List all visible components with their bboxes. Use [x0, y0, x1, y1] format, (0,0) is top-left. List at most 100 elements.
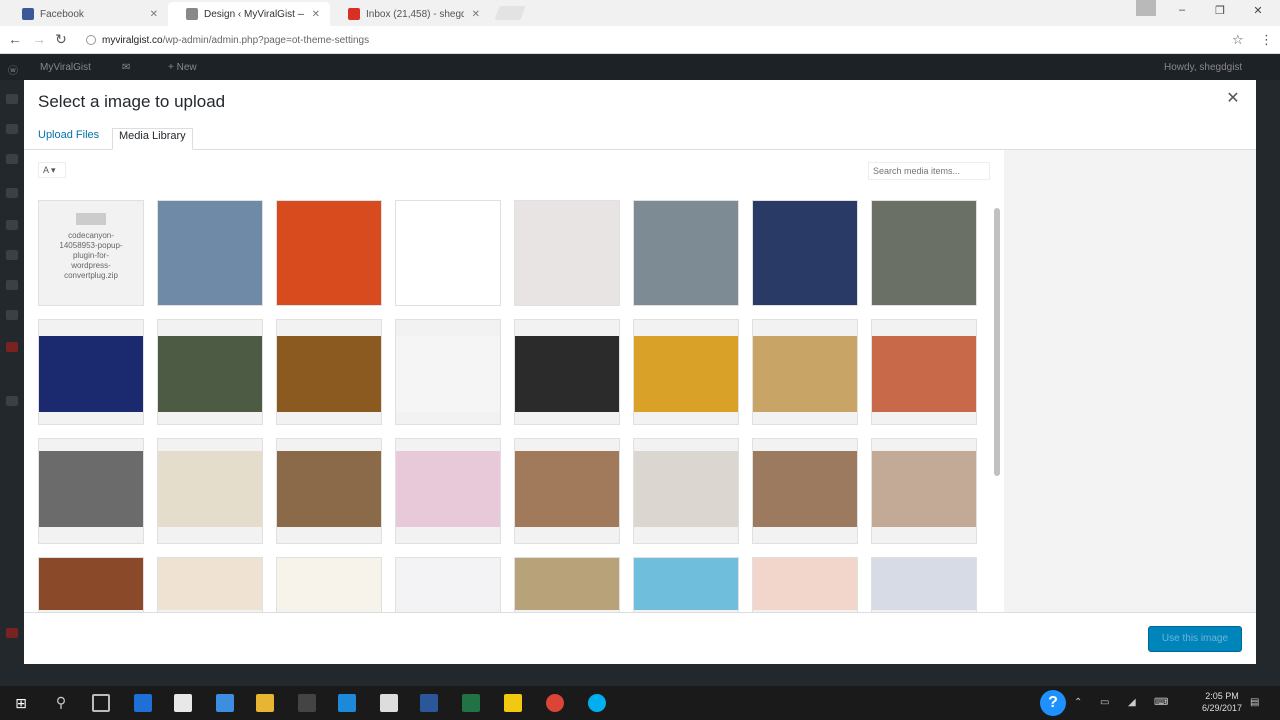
- media-thumbnail[interactable]: [157, 438, 263, 544]
- excel-icon[interactable]: [462, 694, 480, 712]
- media-thumbnail[interactable]: [276, 319, 382, 425]
- help-icon[interactable]: ?: [1040, 690, 1066, 716]
- adminbar-site[interactable]: MyViralGist: [40, 62, 91, 73]
- menu-icon[interactable]: [6, 250, 18, 260]
- media-thumbnail[interactable]: [157, 200, 263, 306]
- comments-icon[interactable]: ✉: [122, 62, 130, 73]
- forward-icon[interactable]: →: [30, 31, 48, 47]
- media-thumbnail[interactable]: [752, 200, 858, 306]
- menu-icon[interactable]: [6, 94, 18, 104]
- close-window-icon[interactable]: ✕: [1248, 4, 1268, 17]
- media-thumbnail[interactable]: [633, 200, 739, 306]
- task-view-icon[interactable]: [92, 694, 110, 712]
- url-input[interactable]: myviralgist.co/wp-admin/admin.php?page=o…: [76, 29, 1250, 51]
- media-thumbnail[interactable]: [514, 200, 620, 306]
- menu-icon[interactable]: [6, 628, 18, 638]
- taskbar-clock[interactable]: 2:05 PM 6/29/2017: [1200, 690, 1244, 714]
- media-thumbnail[interactable]: [871, 557, 977, 612]
- thumbnail-image: [396, 336, 500, 412]
- info-icon[interactable]: [86, 35, 96, 45]
- wp-logo-icon[interactable]: ⓦ: [8, 62, 18, 77]
- media-thumbnail[interactable]: [276, 200, 382, 306]
- menu-icon[interactable]: [6, 220, 18, 230]
- edge-icon[interactable]: [134, 694, 152, 712]
- tab-facebook[interactable]: Facebook ✕: [4, 2, 168, 26]
- back-icon[interactable]: ←: [6, 31, 24, 47]
- media-thumbnail[interactable]: [752, 557, 858, 612]
- media-thumbnail[interactable]: [871, 438, 977, 544]
- sticky-notes-icon[interactable]: [504, 694, 522, 712]
- media-thumbnail[interactable]: [633, 438, 739, 544]
- scrollbar-thumb[interactable]: [994, 208, 1000, 476]
- media-filter-select[interactable]: A ▾: [38, 162, 66, 178]
- adminbar-howdy[interactable]: Howdy, shegdgist: [1164, 62, 1242, 73]
- media-thumbnail[interactable]: [752, 319, 858, 425]
- amazon-icon[interactable]: [298, 694, 316, 712]
- mail-icon[interactable]: [380, 694, 398, 712]
- media-thumbnail[interactable]: [157, 319, 263, 425]
- media-thumbnail[interactable]: [38, 557, 144, 612]
- minimize-icon[interactable]: –: [1172, 4, 1192, 16]
- media-thumbnail[interactable]: codecanyon- 14058953-popup- plugin-for- …: [38, 200, 144, 306]
- menu-icon[interactable]: [6, 342, 18, 352]
- new-tab-button[interactable]: [494, 6, 526, 20]
- menu-icon[interactable]: [6, 396, 18, 406]
- chrome-icon[interactable]: [546, 694, 564, 712]
- menu-icon[interactable]: [6, 310, 18, 320]
- media-thumbnail[interactable]: [752, 438, 858, 544]
- browser-menu-icon[interactable]: ⋮: [1260, 32, 1273, 48]
- media-thumbnail[interactable]: [871, 319, 977, 425]
- profile-icon[interactable]: [1136, 0, 1156, 16]
- windows-start-icon[interactable]: ⊞: [12, 694, 30, 712]
- search-input[interactable]: [868, 162, 990, 180]
- thumbnail-image: [515, 336, 619, 412]
- thumbnail-image: [277, 201, 381, 305]
- media-thumbnail[interactable]: [871, 200, 977, 306]
- media-thumbnail[interactable]: [395, 438, 501, 544]
- word-icon[interactable]: [420, 694, 438, 712]
- media-thumbnail[interactable]: [514, 438, 620, 544]
- media-thumbnail[interactable]: [157, 557, 263, 612]
- keyboard-icon[interactable]: ⌨: [1154, 697, 1168, 708]
- media-thumbnail[interactable]: [395, 557, 501, 612]
- media-thumbnail[interactable]: [514, 557, 620, 612]
- battery-icon[interactable]: ▭: [1100, 697, 1109, 708]
- close-icon[interactable]: ✕: [1224, 90, 1242, 108]
- file-explorer-icon[interactable]: [256, 694, 274, 712]
- adminbar-new[interactable]: + New: [168, 62, 197, 73]
- menu-icon[interactable]: [6, 280, 18, 290]
- close-tab-icon[interactable]: ✕: [150, 9, 158, 20]
- media-thumbnail[interactable]: [633, 557, 739, 612]
- media-thumbnail[interactable]: [395, 200, 501, 306]
- menu-icon[interactable]: [6, 188, 18, 198]
- search-icon[interactable]: ⚲: [52, 694, 70, 712]
- network-icon[interactable]: ◢: [1128, 697, 1136, 708]
- tab-design[interactable]: Design ‹ MyViralGist — ✕: [168, 2, 330, 26]
- skype-icon[interactable]: [588, 694, 606, 712]
- notifications-icon[interactable]: ▤: [1250, 697, 1259, 708]
- media-thumbnail[interactable]: [395, 319, 501, 425]
- menu-icon[interactable]: [6, 124, 18, 134]
- bookmark-star-icon[interactable]: ☆: [1232, 32, 1244, 48]
- address-bar-row: ← → ↻ myviralgist.co/wp-admin/admin.php?…: [0, 26, 1280, 54]
- media-thumbnail[interactable]: [38, 438, 144, 544]
- menu-icon[interactable]: [6, 154, 18, 164]
- app-icon[interactable]: [338, 694, 356, 712]
- media-thumbnail[interactable]: [276, 438, 382, 544]
- media-thumbnail[interactable]: [514, 319, 620, 425]
- restore-icon[interactable]: ❐: [1210, 4, 1230, 17]
- tab-inbox[interactable]: Inbox (21,458) - shegdh ✕: [330, 2, 490, 26]
- close-tab-icon[interactable]: ✕: [472, 9, 480, 20]
- media-thumbnail[interactable]: [38, 319, 144, 425]
- media-thumbnail[interactable]: [276, 557, 382, 612]
- tab-media-library[interactable]: Media Library: [112, 128, 193, 150]
- dropbox-icon[interactable]: [216, 694, 234, 712]
- use-image-button[interactable]: Use this image: [1148, 626, 1242, 652]
- tab-upload-files[interactable]: Upload Files: [34, 128, 103, 150]
- tray-chevron-icon[interactable]: ⌃: [1074, 697, 1082, 708]
- thumbnail-image: [277, 558, 381, 610]
- close-tab-icon[interactable]: ✕: [312, 9, 320, 20]
- reload-icon[interactable]: ↻: [52, 31, 70, 47]
- media-thumbnail[interactable]: [633, 319, 739, 425]
- store-icon[interactable]: [174, 694, 192, 712]
